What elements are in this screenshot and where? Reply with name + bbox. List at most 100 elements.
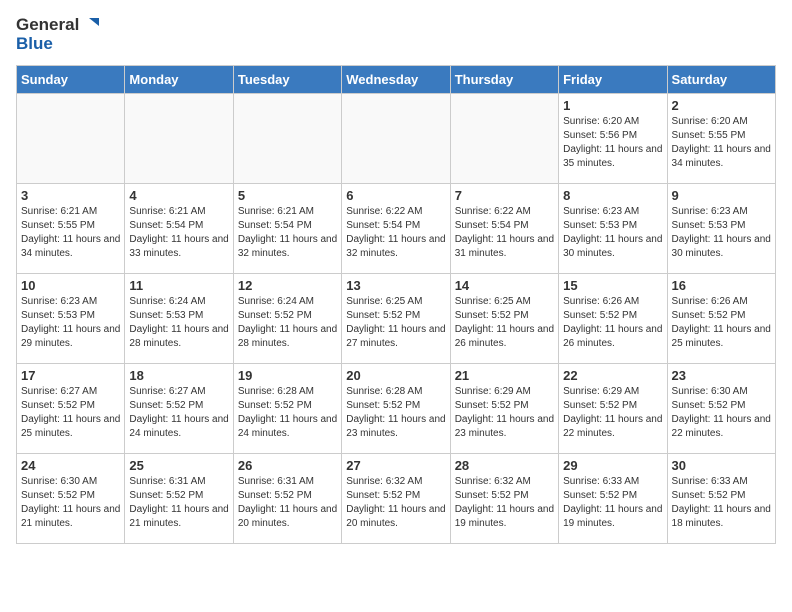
day-info: Sunrise: 6:30 AM Sunset: 5:52 PM Dayligh…	[672, 385, 771, 441]
calendar-cell: 9 Sunrise: 6:23 AM Sunset: 5:53 PM Daylig…	[667, 184, 775, 274]
day-info: Sunrise: 6:29 AM Sunset: 5:52 PM Dayligh…	[455, 385, 554, 441]
week-row-0: 1 Sunrise: 6:20 AM Sunset: 5:56 PM Daylig…	[17, 94, 776, 184]
day-number: 9	[672, 188, 771, 203]
calendar-cell: 29 Sunrise: 6:33 AM Sunset: 5:52 PM Dayli…	[559, 454, 667, 544]
calendar-cell: 16Sunrise: 6:26 AM Sunset: 5:52 PM Dayli…	[667, 274, 775, 364]
day-number: 26	[238, 458, 337, 473]
calendar-cell	[342, 94, 450, 184]
calendar-cell: 10 Sunrise: 6:23 AM Sunset: 5:53 PM Dayli…	[17, 274, 125, 364]
day-number: 2	[672, 98, 771, 113]
day-info: Sunrise: 6:20 AM Sunset: 5:56 PM Dayligh…	[563, 115, 662, 171]
day-number: 7	[455, 188, 554, 203]
day-info: Sunrise: 6:24 AM Sunset: 5:52 PM Dayligh…	[238, 295, 337, 351]
calendar-cell: 23Sunrise: 6:30 AM Sunset: 5:52 PM Dayli…	[667, 364, 775, 454]
day-number: 24	[21, 458, 120, 473]
day-info: Sunrise: 6:28 AM Sunset: 5:52 PM Dayligh…	[238, 385, 337, 441]
day-number: 22	[563, 368, 662, 383]
calendar-cell: 28 Sunrise: 6:32 AM Sunset: 5:52 PM Dayli…	[450, 454, 558, 544]
calendar-cell	[125, 94, 233, 184]
calendar-cell: 27Sunrise: 6:32 AM Sunset: 5:52 PM Dayli…	[342, 454, 450, 544]
calendar-cell: 19 Sunrise: 6:28 AM Sunset: 5:52 PM Dayli…	[233, 364, 341, 454]
weekday-header-friday: Friday	[559, 66, 667, 94]
day-number: 28	[455, 458, 554, 473]
day-info: Sunrise: 6:31 AM Sunset: 5:52 PM Dayligh…	[129, 475, 228, 531]
day-number: 12	[238, 278, 337, 293]
calendar-cell: 21 Sunrise: 6:29 AM Sunset: 5:52 PM Dayli…	[450, 364, 558, 454]
weekday-header-tuesday: Tuesday	[233, 66, 341, 94]
calendar-cell	[450, 94, 558, 184]
day-number: 19	[238, 368, 337, 383]
day-number: 16	[672, 278, 771, 293]
calendar-cell: 6 Sunrise: 6:22 AM Sunset: 5:54 PM Daylig…	[342, 184, 450, 274]
calendar-cell: 11Sunrise: 6:24 AM Sunset: 5:53 PM Dayli…	[125, 274, 233, 364]
day-info: Sunrise: 6:21 AM Sunset: 5:55 PM Dayligh…	[21, 205, 120, 261]
day-number: 4	[129, 188, 228, 203]
logo-general: General	[16, 16, 79, 35]
day-number: 10	[21, 278, 120, 293]
day-info: Sunrise: 6:25 AM Sunset: 5:52 PM Dayligh…	[455, 295, 554, 351]
day-number: 14	[455, 278, 554, 293]
page-header: General Blue	[16, 16, 776, 53]
week-row-1: 3 Sunrise: 6:21 AM Sunset: 5:55 PM Daylig…	[17, 184, 776, 274]
day-number: 25	[129, 458, 228, 473]
day-info: Sunrise: 6:22 AM Sunset: 5:54 PM Dayligh…	[346, 205, 445, 261]
weekday-header-wednesday: Wednesday	[342, 66, 450, 94]
calendar-cell: 3 Sunrise: 6:21 AM Sunset: 5:55 PM Daylig…	[17, 184, 125, 274]
logo-blue: Blue	[16, 35, 53, 54]
day-info: Sunrise: 6:25 AM Sunset: 5:52 PM Dayligh…	[346, 295, 445, 351]
weekday-header-thursday: Thursday	[450, 66, 558, 94]
calendar-cell	[17, 94, 125, 184]
week-row-4: 24 Sunrise: 6:30 AM Sunset: 5:52 PM Dayli…	[17, 454, 776, 544]
calendar-cell: 18 Sunrise: 6:27 AM Sunset: 5:52 PM Dayli…	[125, 364, 233, 454]
day-number: 20	[346, 368, 445, 383]
day-info: Sunrise: 6:23 AM Sunset: 5:53 PM Dayligh…	[672, 205, 771, 261]
day-info: Sunrise: 6:26 AM Sunset: 5:52 PM Dayligh…	[563, 295, 662, 351]
logo: General Blue	[16, 16, 99, 53]
day-number: 3	[21, 188, 120, 203]
day-info: Sunrise: 6:28 AM Sunset: 5:52 PM Dayligh…	[346, 385, 445, 441]
day-info: Sunrise: 6:31 AM Sunset: 5:52 PM Dayligh…	[238, 475, 337, 531]
day-number: 29	[563, 458, 662, 473]
weekday-header-row: SundayMondayTuesdayWednesdayThursdayFrid…	[17, 66, 776, 94]
calendar-cell: 4 Sunrise: 6:21 AM Sunset: 5:54 PM Daylig…	[125, 184, 233, 274]
day-info: Sunrise: 6:27 AM Sunset: 5:52 PM Dayligh…	[129, 385, 228, 441]
calendar-cell: 8 Sunrise: 6:23 AM Sunset: 5:53 PM Daylig…	[559, 184, 667, 274]
day-number: 1	[563, 98, 662, 113]
day-info: Sunrise: 6:27 AM Sunset: 5:52 PM Dayligh…	[21, 385, 120, 441]
day-info: Sunrise: 6:23 AM Sunset: 5:53 PM Dayligh…	[563, 205, 662, 261]
calendar-cell: 15 Sunrise: 6:26 AM Sunset: 5:52 PM Dayli…	[559, 274, 667, 364]
day-number: 13	[346, 278, 445, 293]
calendar-cell: 24 Sunrise: 6:30 AM Sunset: 5:52 PM Dayli…	[17, 454, 125, 544]
calendar-cell: 7 Sunrise: 6:22 AM Sunset: 5:54 PM Daylig…	[450, 184, 558, 274]
day-info: Sunrise: 6:21 AM Sunset: 5:54 PM Dayligh…	[238, 205, 337, 261]
calendar-cell: 17 Sunrise: 6:27 AM Sunset: 5:52 PM Dayli…	[17, 364, 125, 454]
day-number: 15	[563, 278, 662, 293]
week-row-3: 17 Sunrise: 6:27 AM Sunset: 5:52 PM Dayli…	[17, 364, 776, 454]
day-number: 18	[129, 368, 228, 383]
day-info: Sunrise: 6:33 AM Sunset: 5:52 PM Dayligh…	[563, 475, 662, 531]
day-number: 8	[563, 188, 662, 203]
calendar-cell: 22 Sunrise: 6:29 AM Sunset: 5:52 PM Dayli…	[559, 364, 667, 454]
day-number: 21	[455, 368, 554, 383]
calendar-cell: 13 Sunrise: 6:25 AM Sunset: 5:52 PM Dayli…	[342, 274, 450, 364]
calendar-cell: 12 Sunrise: 6:24 AM Sunset: 5:52 PM Dayli…	[233, 274, 341, 364]
day-number: 6	[346, 188, 445, 203]
day-info: Sunrise: 6:21 AM Sunset: 5:54 PM Dayligh…	[129, 205, 228, 261]
day-info: Sunrise: 6:32 AM Sunset: 5:52 PM Dayligh…	[346, 475, 445, 531]
logo-bird-icon	[81, 16, 99, 34]
day-info: Sunrise: 6:30 AM Sunset: 5:52 PM Dayligh…	[21, 475, 120, 531]
day-info: Sunrise: 6:29 AM Sunset: 5:52 PM Dayligh…	[563, 385, 662, 441]
week-row-2: 10 Sunrise: 6:23 AM Sunset: 5:53 PM Dayli…	[17, 274, 776, 364]
calendar-cell: 14 Sunrise: 6:25 AM Sunset: 5:52 PM Dayli…	[450, 274, 558, 364]
weekday-header-sunday: Sunday	[17, 66, 125, 94]
day-info: Sunrise: 6:32 AM Sunset: 5:52 PM Dayligh…	[455, 475, 554, 531]
day-info: Sunrise: 6:20 AM Sunset: 5:55 PM Dayligh…	[672, 115, 771, 171]
day-info: Sunrise: 6:23 AM Sunset: 5:53 PM Dayligh…	[21, 295, 120, 351]
day-info: Sunrise: 6:22 AM Sunset: 5:54 PM Dayligh…	[455, 205, 554, 261]
calendar-cell	[233, 94, 341, 184]
day-info: Sunrise: 6:24 AM Sunset: 5:53 PM Dayligh…	[129, 295, 228, 351]
calendar-table: SundayMondayTuesdayWednesdayThursdayFrid…	[16, 65, 776, 544]
day-number: 30	[672, 458, 771, 473]
calendar-cell: 20 Sunrise: 6:28 AM Sunset: 5:52 PM Dayli…	[342, 364, 450, 454]
day-number: 17	[21, 368, 120, 383]
